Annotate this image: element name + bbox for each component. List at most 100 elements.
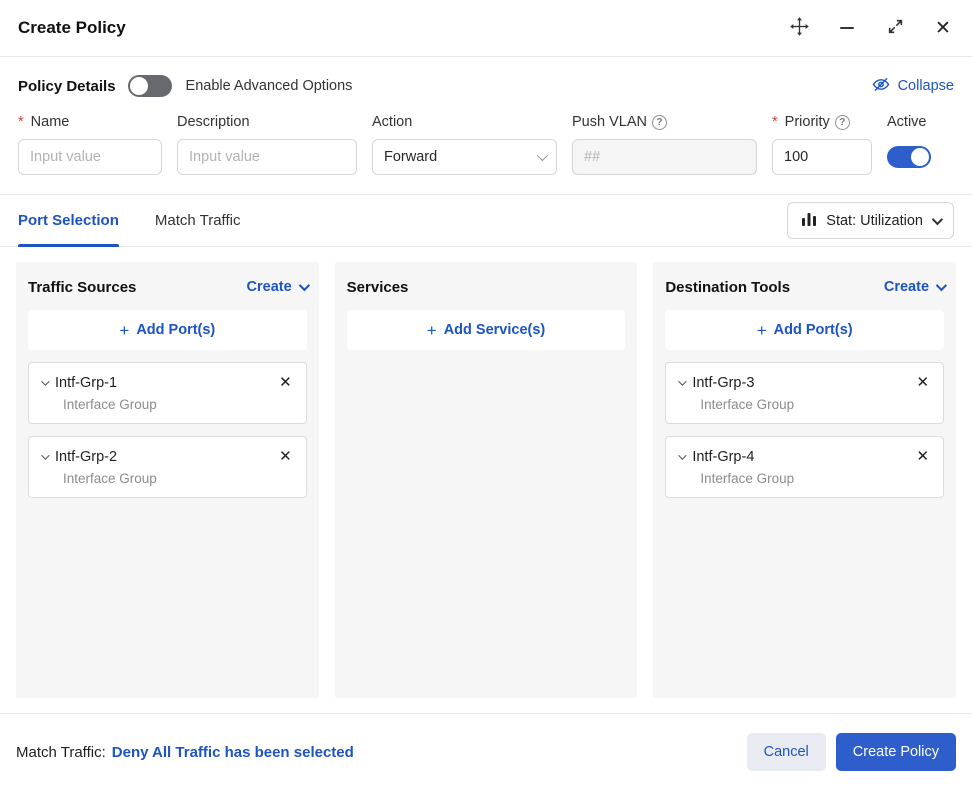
required-asterisk: * bbox=[772, 114, 778, 130]
create-label: Create bbox=[883, 279, 930, 295]
port-item-name: Intf-Grp-4 bbox=[692, 448, 755, 465]
destination-tools-create-dropdown[interactable]: Create bbox=[883, 279, 948, 295]
traffic-sources-column: Traffic Sources Create + Add Port(s) Int… bbox=[16, 262, 319, 698]
create-label: Create bbox=[246, 279, 292, 295]
add-ports-button[interactable]: + Add Port(s) bbox=[28, 310, 307, 350]
destination-tools-column: Destination Tools Create + Add Port(s) I… bbox=[653, 262, 957, 698]
port-item-type: Interface Group bbox=[63, 471, 157, 486]
chevron-down-icon bbox=[931, 213, 944, 225]
port-item-type: Interface Group bbox=[700, 397, 795, 412]
description-field-group: Description bbox=[177, 113, 357, 175]
column-title: Services bbox=[346, 278, 409, 296]
remove-item-button[interactable]: ✕ bbox=[277, 447, 294, 466]
close-icon: ✕ bbox=[279, 448, 292, 465]
advanced-options-label: Enable Advanced Options bbox=[185, 78, 353, 94]
advanced-options-toggle[interactable] bbox=[127, 75, 172, 97]
minimize-icon bbox=[840, 27, 854, 29]
tabs-bar: Port Selection Match Traffic Stat: Utili… bbox=[0, 195, 972, 247]
port-item-type: Interface Group bbox=[700, 471, 795, 486]
stat-selector-label: Stat: Utilization bbox=[826, 212, 923, 229]
close-icon: ✕ bbox=[916, 448, 930, 465]
services-column: Services + Add Service(s) bbox=[334, 262, 638, 698]
column-title: Traffic Sources bbox=[28, 278, 137, 296]
traffic-sources-create-dropdown[interactable]: Create bbox=[246, 279, 310, 295]
remove-item-button[interactable]: ✕ bbox=[277, 373, 294, 392]
plus-icon: + bbox=[756, 320, 767, 340]
name-label: Name bbox=[30, 114, 70, 130]
action-field-group: Action Forward bbox=[372, 113, 557, 175]
priority-input[interactable] bbox=[772, 139, 872, 175]
expand-icon bbox=[887, 18, 904, 38]
chevron-down-icon[interactable] bbox=[678, 376, 688, 386]
move-icon bbox=[789, 17, 809, 39]
chevron-down-icon bbox=[935, 279, 948, 292]
action-label: Action bbox=[372, 114, 413, 130]
add-services-label: Add Service(s) bbox=[443, 322, 546, 338]
push-vlan-input[interactable] bbox=[572, 139, 757, 175]
collapse-label: Collapse bbox=[897, 78, 954, 94]
required-asterisk: * bbox=[18, 114, 24, 130]
move-button[interactable] bbox=[788, 17, 810, 39]
description-label: Description bbox=[177, 114, 250, 130]
port-item-type: Interface Group bbox=[63, 397, 157, 412]
action-select[interactable]: Forward bbox=[372, 139, 557, 175]
tab-port-selection[interactable]: Port Selection bbox=[18, 195, 119, 247]
collapse-button[interactable]: Collapse bbox=[871, 77, 954, 95]
close-icon: ✕ bbox=[916, 374, 930, 391]
port-item-name: Intf-Grp-3 bbox=[692, 374, 755, 391]
tab-match-traffic[interactable]: Match Traffic bbox=[155, 195, 241, 246]
add-ports-label: Add Port(s) bbox=[773, 322, 853, 338]
priority-label: Priority bbox=[784, 114, 830, 130]
eye-slash-icon bbox=[871, 77, 891, 95]
policy-fields: * Name Description Action Forward bbox=[18, 113, 954, 175]
chevron-down-icon[interactable] bbox=[41, 450, 50, 460]
active-label: Active bbox=[887, 114, 927, 130]
question-icon: ? bbox=[834, 114, 850, 130]
policy-details-label: Policy Details bbox=[18, 77, 116, 95]
stat-selector[interactable]: Stat: Utilization bbox=[787, 202, 954, 239]
priority-field-group: * Priority ? bbox=[772, 113, 872, 175]
close-icon: ✕ bbox=[935, 17, 951, 39]
chevron-down-icon[interactable] bbox=[678, 450, 688, 460]
chevron-down-icon bbox=[536, 149, 549, 162]
description-input[interactable] bbox=[177, 139, 357, 175]
port-item-name: Intf-Grp-2 bbox=[55, 448, 118, 465]
add-ports-label: Add Port(s) bbox=[136, 322, 216, 338]
action-selected-value: Forward bbox=[384, 149, 438, 165]
policy-details-section: Policy Details Enable Advanced Options C… bbox=[0, 57, 972, 195]
add-ports-button[interactable]: + Add Port(s) bbox=[665, 310, 945, 350]
match-traffic-label: Match Traffic: bbox=[16, 743, 106, 761]
cancel-button[interactable]: Cancel bbox=[746, 733, 826, 771]
create-policy-button[interactable]: Create Policy bbox=[835, 733, 956, 771]
expand-button[interactable] bbox=[884, 17, 906, 39]
port-selection-panel: Traffic Sources Create + Add Port(s) Int… bbox=[0, 247, 972, 713]
close-button[interactable]: ✕ bbox=[932, 17, 954, 39]
push-vlan-label: Push VLAN bbox=[572, 114, 647, 130]
push-vlan-field-group: Push VLAN ? bbox=[572, 113, 757, 175]
column-title: Destination Tools bbox=[665, 278, 791, 296]
question-icon: ? bbox=[651, 114, 667, 130]
add-services-button[interactable]: + Add Service(s) bbox=[346, 310, 626, 350]
close-icon: ✕ bbox=[279, 374, 292, 391]
name-field-group: * Name bbox=[18, 113, 162, 175]
modal-footer: Match Traffic: Deny All Traffic has been… bbox=[0, 713, 972, 790]
name-input[interactable] bbox=[18, 139, 162, 175]
port-item: Intf-Grp-1 ✕ Interface Group bbox=[28, 362, 307, 424]
page-title: Create Policy bbox=[18, 18, 126, 37]
match-traffic-selected-link[interactable]: Deny All Traffic has been selected bbox=[112, 744, 354, 761]
window-controls: ✕ bbox=[788, 17, 954, 39]
plus-icon: + bbox=[119, 320, 130, 340]
create-policy-modal: Create Policy ✕ Policy Details Enable Ad… bbox=[0, 0, 972, 790]
minimize-button[interactable] bbox=[836, 17, 858, 39]
remove-item-button[interactable]: ✕ bbox=[914, 373, 931, 392]
plus-icon: + bbox=[426, 320, 437, 340]
active-toggle[interactable] bbox=[887, 146, 931, 168]
chevron-down-icon[interactable] bbox=[41, 376, 50, 386]
port-item: Intf-Grp-4 ✕ Interface Group bbox=[665, 436, 945, 498]
chevron-down-icon bbox=[298, 279, 310, 292]
remove-item-button[interactable]: ✕ bbox=[914, 447, 931, 466]
bar-chart-icon bbox=[801, 212, 817, 230]
tab-label: Match Traffic bbox=[154, 212, 241, 229]
active-field-group: Active bbox=[887, 113, 931, 175]
tab-label: Port Selection bbox=[18, 212, 119, 229]
